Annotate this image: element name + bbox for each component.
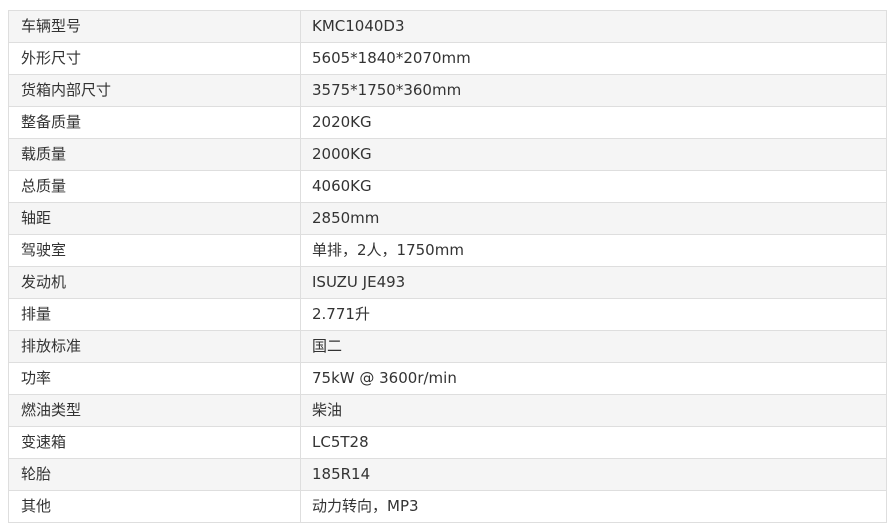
table-row: 排放标准 国二 [8,330,887,363]
spec-label: 轴距 [8,202,301,235]
spec-label: 发动机 [8,266,301,299]
spec-value: 2.771升 [300,298,887,331]
spec-value: 单排，2人，1750mm [300,234,887,267]
spec-label: 排放标准 [8,330,301,363]
spec-value: 185R14 [300,458,887,491]
spec-label: 载质量 [8,138,301,171]
spec-value: 2000KG [300,138,887,171]
spec-value: KMC1040D3 [300,10,887,43]
spec-value: 柴油 [300,394,887,427]
table-row: 其他 动力转向，MP3 [8,490,887,523]
vehicle-spec-table: 车辆型号 KMC1040D3 外形尺寸 5605*1840*2070mm 货箱内… [8,10,887,523]
spec-value: 2020KG [300,106,887,139]
spec-value: 动力转向，MP3 [300,490,887,523]
table-row: 载质量 2000KG [8,138,887,171]
spec-value: 3575*1750*360mm [300,74,887,107]
spec-value: ISUZU JE493 [300,266,887,299]
spec-value: 5605*1840*2070mm [300,42,887,75]
table-row: 功率 75kW @ 3600r/min [8,362,887,395]
spec-label: 车辆型号 [8,10,301,43]
table-row: 发动机 ISUZU JE493 [8,266,887,299]
table-row: 外形尺寸 5605*1840*2070mm [8,42,887,75]
spec-label: 总质量 [8,170,301,203]
table-row: 货箱内部尺寸 3575*1750*360mm [8,74,887,107]
spec-value: 国二 [300,330,887,363]
spec-value: 75kW @ 3600r/min [300,362,887,395]
spec-label: 轮胎 [8,458,301,491]
table-row: 轴距 2850mm [8,202,887,235]
spec-label: 燃油类型 [8,394,301,427]
spec-label: 货箱内部尺寸 [8,74,301,107]
spec-label: 其他 [8,490,301,523]
table-row: 整备质量 2020KG [8,106,887,139]
spec-label: 排量 [8,298,301,331]
spec-label: 外形尺寸 [8,42,301,75]
spec-label: 功率 [8,362,301,395]
table-row: 轮胎 185R14 [8,458,887,491]
table-row: 驾驶室 单排，2人，1750mm [8,234,887,267]
spec-table-body: 车辆型号 KMC1040D3 外形尺寸 5605*1840*2070mm 货箱内… [8,10,887,523]
table-row: 排量 2.771升 [8,298,887,331]
spec-value: 2850mm [300,202,887,235]
spec-value: LC5T28 [300,426,887,459]
table-row: 总质量 4060KG [8,170,887,203]
table-row: 车辆型号 KMC1040D3 [8,10,887,43]
spec-label: 变速箱 [8,426,301,459]
spec-value: 4060KG [300,170,887,203]
table-row: 燃油类型 柴油 [8,394,887,427]
spec-label: 驾驶室 [8,234,301,267]
spec-label: 整备质量 [8,106,301,139]
table-row: 变速箱 LC5T28 [8,426,887,459]
